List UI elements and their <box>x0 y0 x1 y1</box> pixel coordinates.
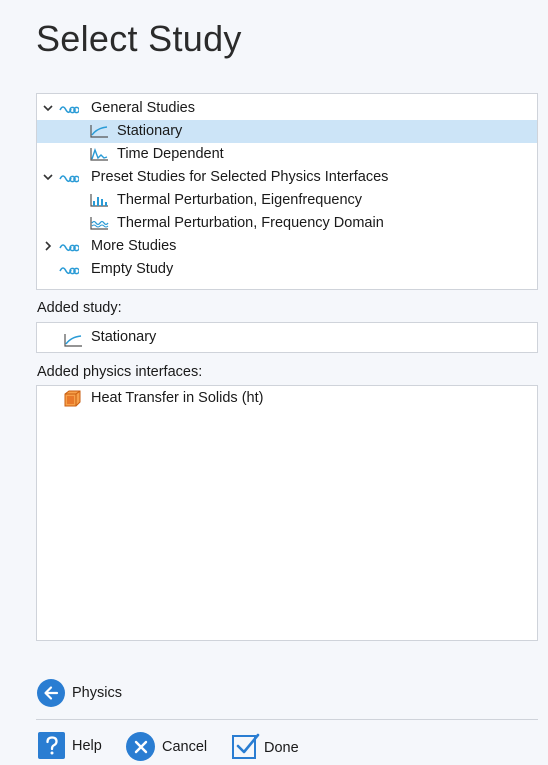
physics-button-label: Physics <box>72 685 122 701</box>
added-study-value: Stationary <box>91 329 157 345</box>
time-dependent-study-icon <box>89 147 109 162</box>
added-study-list[interactable]: Stationary <box>36 322 538 353</box>
tree-item-label: Empty Study <box>91 261 174 277</box>
help-button-label: Help <box>72 737 102 754</box>
divider <box>36 719 538 720</box>
frequency-domain-study-icon <box>89 216 109 231</box>
done-button[interactable]: Done <box>231 731 299 765</box>
study-group-icon <box>59 239 80 254</box>
tree-item-label: Stationary <box>117 123 183 139</box>
checkbox-check-icon <box>231 731 261 765</box>
stationary-study-icon <box>63 330 83 347</box>
added-study-item[interactable]: Stationary <box>37 323 537 352</box>
stationary-study-icon <box>89 124 109 139</box>
tree-item-label: Time Dependent <box>117 146 224 162</box>
tree-item-more-studies[interactable]: More Studies <box>37 235 537 258</box>
added-physics-label: Added physics interfaces: <box>37 364 203 380</box>
chevron-down-icon[interactable] <box>41 97 55 120</box>
cancel-icon <box>126 732 155 761</box>
help-icon <box>38 732 65 759</box>
cancel-button[interactable]: Cancel <box>126 732 207 761</box>
tree-item-label: Preset Studies for Selected Physics Inte… <box>91 169 389 185</box>
eigenfrequency-study-icon <box>89 193 109 208</box>
tree-item-time-dependent[interactable]: Time Dependent <box>37 143 537 166</box>
page-title: Select Study <box>36 18 242 59</box>
cancel-button-label: Cancel <box>162 738 208 755</box>
chevron-down-icon[interactable] <box>41 166 55 189</box>
done-button-label: Done <box>264 740 299 756</box>
chevron-right-icon[interactable] <box>41 235 55 258</box>
tree-item-preset-studies[interactable]: Preset Studies for Selected Physics Inte… <box>37 166 537 189</box>
added-study-label: Added study: <box>37 300 122 316</box>
tree-item-stationary[interactable]: Stationary <box>37 120 537 143</box>
tree-item-label: More Studies <box>91 238 177 254</box>
study-tree[interactable]: General Studies Stationary Time Dependen… <box>36 93 538 290</box>
study-group-icon <box>59 101 80 116</box>
tree-item-label: General Studies <box>91 100 195 116</box>
tree-item-thermal-eigenfrequency[interactable]: Thermal Perturbation, Eigenfrequency <box>37 189 537 212</box>
tree-item-general-studies[interactable]: General Studies <box>37 97 537 120</box>
study-group-icon <box>59 262 80 277</box>
tree-item-thermal-frequency-domain[interactable]: Thermal Perturbation, Frequency Domain <box>37 212 537 235</box>
help-button[interactable]: Help <box>38 732 102 759</box>
tree-item-label: Thermal Perturbation, Frequency Domain <box>117 215 384 231</box>
physics-interface-label: Heat Transfer in Solids (ht) <box>91 390 264 406</box>
physics-interface-item[interactable]: Heat Transfer in Solids (ht) <box>37 387 537 410</box>
study-group-icon <box>59 170 80 185</box>
heat-transfer-icon <box>63 390 83 407</box>
tree-item-empty-study[interactable]: Empty Study <box>37 258 537 281</box>
physics-back-button[interactable]: Physics <box>37 679 122 707</box>
tree-item-label: Thermal Perturbation, Eigenfrequency <box>117 192 363 208</box>
arrow-left-icon <box>37 679 65 707</box>
added-physics-list[interactable]: Heat Transfer in Solids (ht) <box>36 385 538 641</box>
